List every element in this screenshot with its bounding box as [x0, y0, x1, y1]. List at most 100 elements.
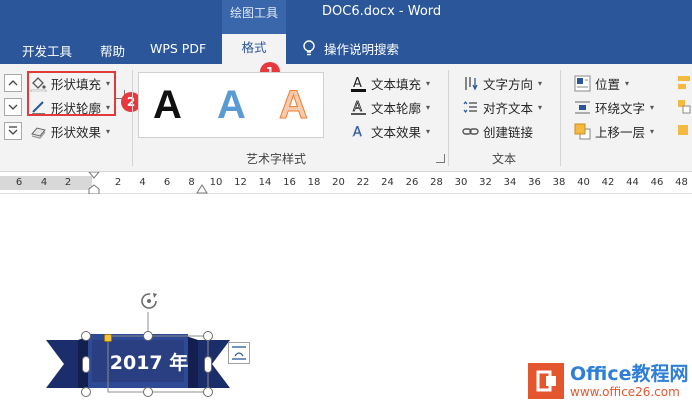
lightbulb-icon: [303, 39, 315, 55]
document-title: DOC6.docx - Word: [322, 4, 442, 19]
horizontal-ruler[interactable]: 6 4 2 2 4 6 8 10 12 14 16 18 20 22 24 26 28 30 32 34 36 38…: [0, 172, 692, 194]
ribbon-group-divider: [448, 70, 449, 166]
ruler-number: 6: [163, 177, 171, 188]
bring-forward-label: 上移一层: [595, 125, 646, 140]
align-objects-icon[interactable]: [676, 74, 692, 91]
ruler-number: 24: [381, 177, 394, 188]
ruler-number: 32: [479, 177, 492, 188]
tell-me-search[interactable]: 操作说明搜索: [302, 39, 399, 58]
shape-effects-icon: [30, 123, 47, 140]
right-indent-marker[interactable]: [196, 182, 208, 194]
link-icon: [462, 123, 479, 140]
ruler-number: 40: [577, 177, 590, 188]
align-text-button[interactable]: 对齐文本 ▾: [462, 98, 542, 117]
wordart-sample-black[interactable]: A: [153, 83, 182, 127]
gallery-more-icon: [8, 126, 18, 135]
wordart-sample-orange[interactable]: A: [279, 83, 309, 128]
adjust-handle[interactable]: [104, 334, 112, 342]
ruler-number: 6: [15, 177, 23, 188]
watermark-site-name: Office教程网: [570, 362, 689, 385]
position-icon: [574, 75, 591, 92]
dropdown-arrow-icon: ▾: [538, 103, 543, 112]
tab-help[interactable]: 帮助: [100, 41, 125, 60]
ruler-number: 38: [552, 177, 566, 188]
layout-options-button[interactable]: [228, 342, 250, 364]
resize-handle-top-left[interactable]: [81, 331, 91, 341]
tab-format[interactable]: 格式: [222, 34, 286, 64]
ruler-number: 20: [332, 177, 345, 188]
ruler-number: 26: [405, 177, 419, 188]
banner-year-text[interactable]: 2017 年: [96, 350, 202, 376]
dropdown-arrow-icon: ▾: [650, 127, 655, 136]
resize-handle-bottom[interactable]: [143, 387, 153, 397]
dropdown-arrow-icon: ▾: [426, 79, 431, 88]
ruler-number: 8: [188, 177, 195, 188]
text-fill-button[interactable]: A 文本填充 ▾: [350, 74, 430, 93]
rotate-handle-icon[interactable]: [138, 290, 160, 312]
resize-handle-top-right[interactable]: [203, 331, 213, 341]
dropdown-arrow-icon: ▾: [426, 127, 431, 136]
wrap-text-icon: [574, 99, 591, 116]
shape-effects-label: 形状效果: [51, 125, 102, 140]
text-fill-label: 文本填充: [371, 77, 422, 92]
wordart-sample-blue[interactable]: A: [217, 83, 246, 127]
svg-text:A: A: [353, 100, 362, 115]
create-link-button[interactable]: 创建链接: [462, 122, 533, 141]
position-label: 位置: [595, 77, 621, 92]
bring-forward-button[interactable]: 上移一层 ▾: [574, 122, 654, 141]
svg-text:A: A: [353, 125, 362, 140]
svg-text:A: A: [353, 76, 362, 91]
wordart-styles-dialog-launcher[interactable]: [436, 154, 445, 163]
text-direction-button[interactable]: 文字方向 ▾: [462, 74, 542, 93]
ruler-number: 30: [454, 177, 468, 188]
tab-developer[interactable]: 开发工具: [22, 41, 72, 60]
shape-gallery-scroll-up[interactable]: [4, 74, 22, 92]
ruler-number: 4: [40, 177, 48, 188]
shape-fill-outline-highlight: [27, 71, 116, 116]
text-direction-icon: [462, 75, 479, 92]
wrap-text-button[interactable]: 环绕文字 ▾: [574, 98, 654, 117]
position-button[interactable]: 位置 ▾: [574, 74, 629, 93]
ruler-number: 46: [650, 177, 664, 188]
ribbon-group-divider: [132, 70, 133, 166]
text-effects-label: 文本效果: [371, 125, 422, 140]
resize-handle-right[interactable]: [204, 356, 212, 373]
ruler-number: 2: [64, 177, 72, 188]
tab-wps-pdf[interactable]: WPS PDF: [150, 41, 206, 56]
dropdown-arrow-icon: ▾: [625, 79, 630, 88]
ruler-number: 16: [283, 177, 296, 188]
site-watermark: Office教程网 www.office26.com: [528, 363, 689, 399]
ruler-number: 36: [528, 177, 541, 188]
wordart-style-gallery[interactable]: A A A: [138, 72, 324, 138]
shape-gallery-scroll-down[interactable]: [4, 98, 22, 116]
text-group-label: 文本: [492, 152, 517, 166]
chevron-down-icon: [8, 104, 18, 110]
first-line-indent-marker[interactable]: [88, 172, 100, 194]
ruler-number: 22: [356, 177, 370, 188]
chevron-up-icon: [8, 80, 18, 86]
dropdown-arrow-icon: ▾: [426, 103, 431, 112]
resize-handle-left[interactable]: [82, 356, 90, 373]
resize-handle-top[interactable]: [143, 331, 153, 341]
text-direction-label: 文字方向: [483, 77, 534, 92]
ruler-number: 18: [307, 177, 321, 188]
resize-handle-bottom-left[interactable]: [81, 387, 91, 397]
wrap-text-label: 环绕文字: [595, 101, 646, 116]
text-outline-label: 文本轮廓: [371, 101, 422, 116]
text-effects-button[interactable]: AA 文本效果 ▾: [350, 122, 430, 141]
shape-effects-button[interactable]: 形状效果 ▾: [30, 122, 110, 141]
shape-gallery-more[interactable]: [4, 122, 22, 140]
layout-options-icon: [232, 346, 246, 360]
ruler-number: 28: [430, 177, 443, 188]
text-outline-button[interactable]: A 文本轮廓 ▾: [350, 98, 430, 117]
rotate-objects-icon[interactable]: [676, 122, 692, 139]
dropdown-arrow-icon: ▾: [538, 79, 543, 88]
ruler-number: 42: [601, 177, 615, 188]
watermark-site-url: www.office26.com: [570, 384, 680, 399]
ruler-number: 34: [503, 177, 517, 188]
group-objects-icon[interactable]: [676, 98, 692, 115]
ruler-number: 44: [626, 177, 639, 188]
resize-handle-bottom-right[interactable]: [203, 387, 213, 397]
ribbon-tabs: 开发工具 帮助 WPS PDF 格式 操作说明搜索: [0, 34, 692, 64]
ruler-number: 4: [139, 177, 146, 188]
